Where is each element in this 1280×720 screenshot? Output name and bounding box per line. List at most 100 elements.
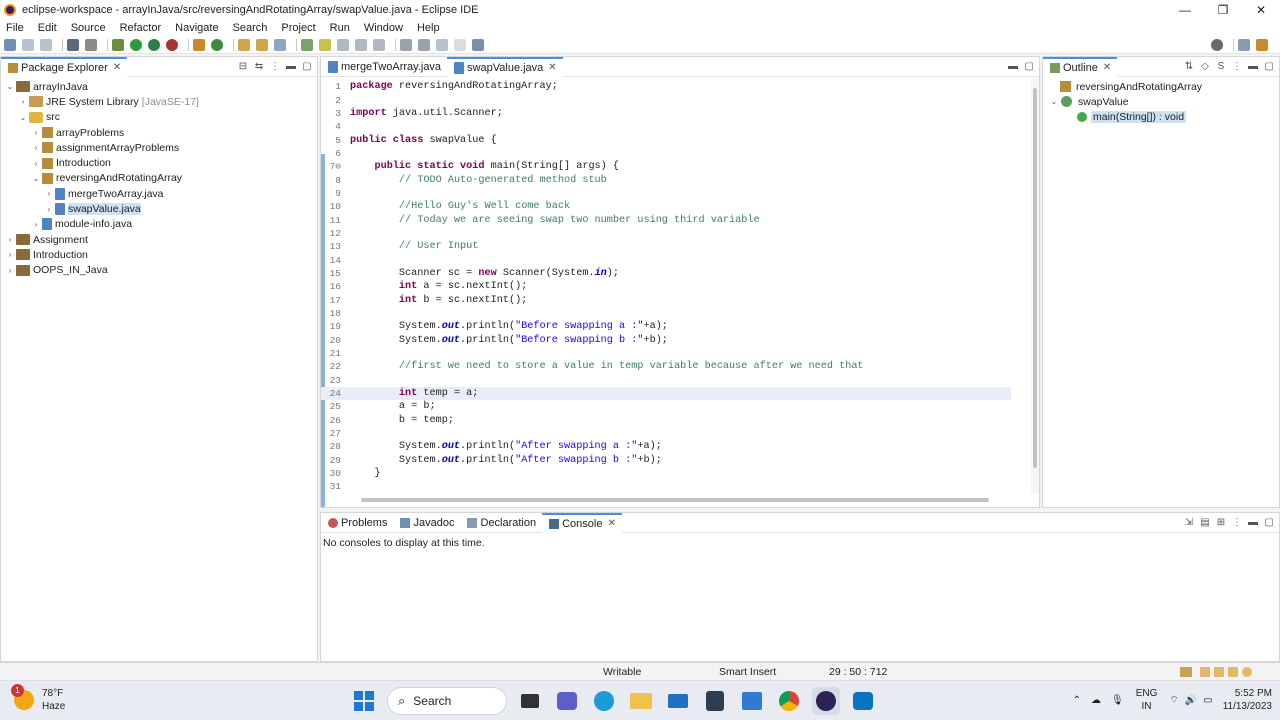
skip-breakpoints-icon[interactable]	[85, 38, 97, 51]
menu-help[interactable]: Help	[417, 22, 440, 34]
code-line[interactable]: 18	[321, 307, 1011, 320]
code-line[interactable]: 24 int temp = a;	[321, 386, 1011, 401]
code-line[interactable]: 4	[321, 120, 1011, 133]
code-line[interactable]: 30 }	[321, 467, 1011, 480]
tree-item[interactable]: › Assignment	[1, 232, 317, 247]
code-line[interactable]: 3 import java.util.Scanner;	[321, 107, 1011, 120]
wifi-icon[interactable]: ⌔	[1169, 694, 1178, 707]
view-menu-icon[interactable]: ⋮	[269, 61, 281, 73]
tree-item[interactable]: ⌄ arrayInJava	[1, 79, 317, 94]
tree-item[interactable]: › module-info.java	[1, 217, 317, 232]
tips-icon[interactable]	[1200, 667, 1210, 677]
code-line[interactable]: 27	[321, 427, 1011, 440]
code-line[interactable]: 23	[321, 374, 1011, 387]
tree-item[interactable]: › mergeTwoArray.java	[1, 186, 317, 201]
pilcrow-icon[interactable]	[373, 38, 385, 51]
close-icon[interactable]: ✕	[548, 62, 556, 73]
store-icon[interactable]	[738, 687, 766, 715]
weather-widget[interactable]: 1 78°F Haze	[11, 684, 65, 713]
code-line[interactable]: 6	[321, 147, 1011, 160]
expand-toggle-icon[interactable]: ›	[31, 128, 41, 137]
menu-run[interactable]: Run	[330, 22, 350, 34]
maximize-view-icon[interactable]: ▢	[1263, 61, 1275, 73]
new-icon[interactable]	[4, 38, 16, 51]
hide-static-icon[interactable]: S	[1215, 61, 1227, 73]
back-icon[interactable]	[436, 38, 448, 51]
code-line[interactable]: 13 // User Input	[321, 240, 1011, 253]
close-icon[interactable]: ✕	[607, 518, 615, 529]
snipping-tool-icon[interactable]	[849, 687, 877, 715]
code-line[interactable]: 21	[321, 347, 1011, 360]
code-line[interactable]: 16 int a = sc.nextInt();	[321, 280, 1011, 293]
maximize-view-icon[interactable]: ▢	[1263, 517, 1275, 529]
outline-item[interactable]: ⌄ swapValue	[1043, 94, 1279, 109]
toggle-highlight-icon[interactable]	[319, 38, 331, 51]
next-annotation-icon[interactable]	[400, 38, 412, 51]
hide-fields-icon[interactable]: ◇	[1199, 61, 1211, 73]
save-icon[interactable]	[22, 38, 34, 51]
run-icon[interactable]	[130, 38, 142, 51]
code-line[interactable]: 25 a = b;	[321, 400, 1011, 413]
tab-declaration[interactable]: Declaration	[460, 513, 542, 533]
edge-icon[interactable]	[590, 687, 618, 715]
expand-toggle-icon[interactable]: ›	[5, 235, 15, 244]
tree-item[interactable]: › OOPS_IN_Java	[1, 263, 317, 278]
menu-refactor[interactable]: Refactor	[120, 22, 162, 34]
menu-project[interactable]: Project	[281, 22, 315, 34]
expand-toggle-icon[interactable]: ›	[44, 205, 54, 214]
code-line[interactable]: 15 Scanner sc = new Scanner(System. in);	[321, 267, 1011, 280]
open-task-icon[interactable]	[256, 38, 268, 51]
collapse-all-icon[interactable]: ⊟	[237, 61, 249, 73]
code-lines[interactable]: 1 package reversingAndRotatingArray; 2 3 imp…	[321, 80, 1011, 494]
tab-problems[interactable]: Problems	[321, 513, 393, 533]
block-selection-icon[interactable]	[355, 38, 367, 51]
teams-icon[interactable]	[553, 687, 581, 715]
search-toolbar-icon[interactable]	[274, 38, 286, 51]
minimize-button[interactable]: —	[1166, 0, 1204, 20]
code-line[interactable]: 14	[321, 253, 1011, 266]
tree-item[interactable]: ⌄ reversingAndRotatingArray	[1, 171, 317, 186]
menu-search[interactable]: Search	[233, 22, 268, 34]
vertical-scrollbar[interactable]	[1031, 78, 1039, 493]
expand-toggle-icon[interactable]: ›	[31, 220, 41, 229]
pin-console-icon[interactable]: ⇲	[1183, 517, 1195, 529]
coverage-icon[interactable]	[148, 38, 160, 51]
mail-icon[interactable]	[664, 687, 692, 715]
security-icon[interactable]	[701, 687, 729, 715]
expand-toggle-icon[interactable]: ›	[31, 143, 41, 152]
tree-item[interactable]: › Introduction	[1, 155, 317, 170]
code-line[interactable]: 9	[321, 187, 1011, 200]
minimize-view-icon[interactable]: ▬	[1007, 61, 1019, 73]
link-editor-icon[interactable]: ⇆	[253, 61, 265, 73]
toggle-mark-occurrences-icon[interactable]	[301, 38, 313, 51]
maximize-view-icon[interactable]: ▢	[1023, 61, 1035, 73]
display-console-icon[interactable]: ▤	[1199, 517, 1211, 529]
chrome-icon[interactable]	[775, 687, 803, 715]
forward-icon[interactable]	[454, 38, 466, 51]
menu-window[interactable]: Window	[364, 22, 403, 34]
new-class-icon[interactable]	[211, 38, 223, 51]
eclipse-taskbar-icon[interactable]	[812, 687, 840, 715]
close-button[interactable]: ✕	[1242, 0, 1280, 20]
code-line[interactable]: 31	[321, 480, 1011, 493]
view-menu-icon[interactable]: ⋮	[1231, 517, 1243, 529]
expand-toggle-icon[interactable]: ›	[18, 97, 28, 106]
expand-toggle-icon[interactable]: ›	[31, 159, 41, 168]
code-line[interactable]: 28 System. out .println("After swapping a …	[321, 440, 1011, 453]
tab-swapValue[interactable]: swapValue.java ✕	[447, 56, 563, 77]
chevron-up-icon[interactable]: ⌃	[1073, 695, 1081, 706]
battery-icon[interactable]: ▭	[1203, 695, 1212, 706]
sort-icon[interactable]: ⇅	[1183, 61, 1195, 73]
tree-item[interactable]: › Introduction	[1, 247, 317, 262]
volume-icon[interactable]: 🔊	[1185, 695, 1197, 706]
scroll-thumb[interactable]	[1033, 88, 1037, 468]
pin-editor-icon[interactable]	[472, 38, 484, 51]
menu-navigate[interactable]: Navigate	[175, 22, 218, 34]
progress-icon[interactable]	[1180, 667, 1192, 677]
code-line[interactable]: 5 public class swapValue {	[321, 133, 1011, 146]
code-line[interactable]: 2	[321, 93, 1011, 106]
tab-outline[interactable]: Outline ✕	[1043, 56, 1118, 77]
file-explorer-icon[interactable]	[627, 687, 655, 715]
horizontal-scrollbar[interactable]	[351, 495, 1029, 505]
code-editor[interactable]: 1 package reversingAndRotatingArray; 2 3 imp…	[321, 78, 1039, 507]
